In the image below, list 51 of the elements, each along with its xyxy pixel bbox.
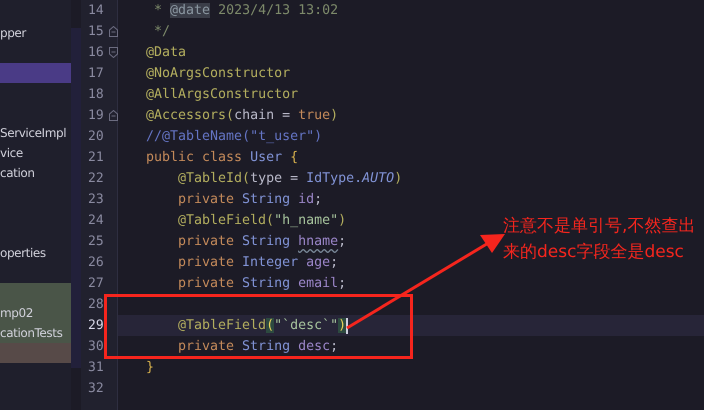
tree-row[interactable]: pper [0,23,71,43]
line-number: 28 [88,297,104,312]
line-number: 16 [88,45,104,60]
code-line: @TableId(type = IdType.AUTO) [177,170,402,188]
code-line: @NoArgsConstructor [145,65,290,83]
line-number: 24 [88,213,104,228]
code-line: public class User { [145,149,298,167]
fold-icon[interactable] [109,110,118,121]
annotation-note: 注意不是单引号,不然查出来的desc字段全是desc [503,215,696,264]
tree-row[interactable] [0,343,71,363]
line-number: 20 [88,129,104,144]
code-line: @TableField("h_name") [177,212,346,230]
line-number: 18 [88,87,104,102]
line-number: 26 [88,255,104,270]
line-number: 30 [88,339,104,354]
line-number: 17 [88,66,104,81]
line-number: 22 [88,171,104,186]
tree-row[interactable]: vice [0,143,71,163]
line-number: 14 [88,3,104,18]
line-number: 23 [88,192,104,207]
code-line: */ [153,23,170,41]
tree-row[interactable] [0,283,71,303]
panel-scrollbar[interactable] [71,28,81,368]
code-line: private String hname; [177,233,346,251]
code-line: private String email; [177,275,346,293]
code-line: private String desc; [177,338,338,356]
code-line: @Data [145,44,186,62]
code-line: //@TableName("t_user") [145,128,322,146]
code-line: @Accessors(chain = true) [145,107,338,125]
line-number: 21 [88,150,104,165]
line-number: 19 [88,108,104,123]
code-line: private Integer age; [177,254,338,272]
tree-row[interactable]: cation [0,163,71,183]
line-number: 25 [88,234,104,249]
code-line: } [145,359,154,377]
line-number: 27 [88,276,104,291]
tree-row[interactable] [0,63,71,83]
code-line: @AllArgsConstructor [145,86,298,104]
line-number: 15 [88,24,104,39]
tree-row[interactable]: ServiceImpl [0,123,71,143]
tree-row[interactable]: mp02 [0,303,71,323]
tree-row[interactable]: operties [0,243,71,263]
fold-icon[interactable] [109,26,118,37]
code-line: * @date 2023/4/13 13:02 [153,2,338,20]
line-number: 32 [88,381,104,396]
line-number: 29 [88,318,104,333]
code-line: private String id; [177,191,322,209]
line-number: 31 [88,360,104,375]
tree-row[interactable]: cationTests [0,323,71,343]
fold-icon[interactable] [109,47,118,58]
text-caret [346,318,348,334]
